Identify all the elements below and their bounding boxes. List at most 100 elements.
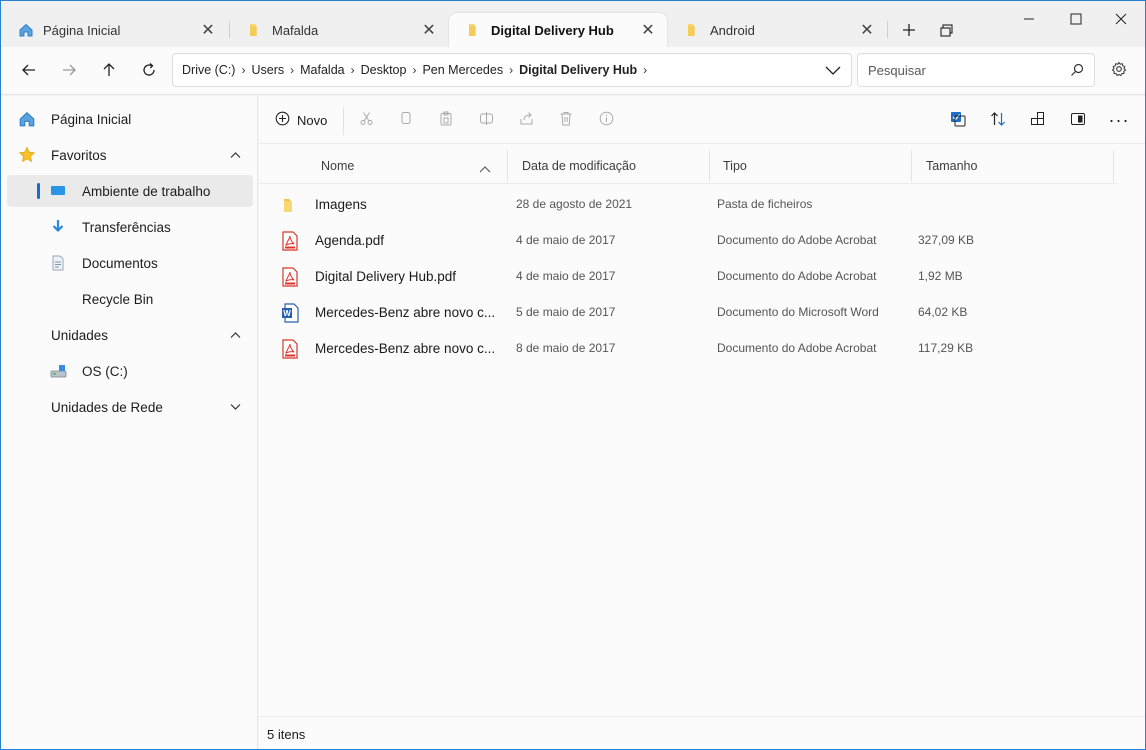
file-name: Mercedes-Benz abre novo c... bbox=[315, 340, 496, 356]
chevron-right-icon[interactable]: › bbox=[351, 63, 355, 77]
drive-icon bbox=[49, 362, 67, 380]
file-type: Documento do Microsoft Word bbox=[717, 305, 879, 319]
column-date[interactable]: Data de modificação bbox=[522, 148, 636, 184]
tab-home[interactable]: Página Inicial ✕ bbox=[1, 13, 227, 47]
new-button-label: Novo bbox=[297, 112, 328, 128]
tab-mafalda[interactable]: Mafalda ✕ bbox=[230, 13, 448, 47]
forward-button[interactable] bbox=[53, 57, 85, 83]
new-tab-button[interactable] bbox=[898, 19, 920, 41]
close-window-button[interactable] bbox=[1109, 7, 1133, 31]
rename-button[interactable] bbox=[476, 108, 496, 132]
new-button[interactable]: Novo bbox=[275, 108, 327, 132]
refresh-button[interactable] bbox=[133, 57, 165, 83]
sidebar-item-documents[interactable]: Documentos bbox=[7, 247, 253, 279]
file-name: Mercedes-Benz abre novo c... bbox=[315, 304, 496, 320]
word-icon: W bbox=[280, 303, 300, 323]
chevron-right-icon[interactable]: › bbox=[412, 63, 416, 77]
sidebar-item-home[interactable]: Página Inicial bbox=[7, 103, 253, 135]
chevron-right-icon[interactable]: › bbox=[643, 63, 647, 77]
cut-button[interactable] bbox=[356, 108, 376, 132]
folder-icon bbox=[466, 22, 482, 38]
back-button[interactable] bbox=[13, 57, 45, 83]
properties-button[interactable] bbox=[596, 108, 616, 132]
sidebar-section-label: Unidades bbox=[51, 327, 109, 343]
close-icon[interactable]: ✕ bbox=[641, 22, 655, 39]
delete-button[interactable] bbox=[556, 108, 576, 132]
sidebar-section-drives[interactable]: Unidades bbox=[7, 319, 253, 351]
rename-icon bbox=[479, 111, 494, 129]
breadcrumb-item[interactable]: Users bbox=[251, 63, 284, 77]
file-date: 8 de maio de 2017 bbox=[516, 341, 616, 355]
share-button[interactable] bbox=[516, 108, 536, 132]
chevron-up-icon[interactable] bbox=[229, 149, 241, 161]
breadcrumb-item[interactable]: Pen Mercedes bbox=[422, 63, 503, 77]
tab-android[interactable]: Android ✕ bbox=[668, 13, 886, 47]
search-icon[interactable] bbox=[1070, 63, 1084, 80]
breadcrumb-item[interactable]: Digital Delivery Hub bbox=[519, 63, 637, 77]
folder-icon bbox=[247, 22, 263, 38]
file-name: Imagens bbox=[315, 196, 367, 212]
sidebar-item-desktop[interactable]: Ambiente de trabalho bbox=[7, 175, 253, 207]
chevron-down-icon[interactable] bbox=[825, 63, 841, 80]
chevron-up-icon[interactable] bbox=[229, 329, 241, 341]
chevron-right-icon[interactable]: › bbox=[241, 63, 245, 77]
info-icon bbox=[599, 111, 614, 129]
search-input[interactable]: Pesquisar bbox=[857, 53, 1095, 87]
close-icon[interactable]: ✕ bbox=[860, 22, 874, 39]
sidebar-item-downloads[interactable]: Transferências bbox=[7, 211, 253, 243]
chevron-down-icon[interactable] bbox=[229, 401, 241, 413]
table-row[interactable]: Imagens 28 de agosto de 2021 Pasta de fi… bbox=[269, 186, 1117, 222]
close-icon[interactable]: ✕ bbox=[422, 22, 436, 39]
paste-button[interactable] bbox=[436, 108, 456, 132]
sidebar-item-os-drive[interactable]: OS (C:) bbox=[7, 355, 253, 387]
tab-digital-delivery-hub[interactable]: Digital Delivery Hub ✕ bbox=[449, 13, 667, 47]
selection-indicator bbox=[37, 183, 40, 199]
share-icon bbox=[519, 111, 534, 129]
settings-button[interactable] bbox=[1103, 57, 1135, 83]
file-size: 64,02 KB bbox=[918, 305, 968, 319]
file-size: 117,29 KB bbox=[918, 341, 974, 355]
sidebar-item-label: Documentos bbox=[82, 255, 158, 271]
sidebar-item-label: Página Inicial bbox=[51, 111, 132, 127]
tab-label: Android bbox=[710, 22, 755, 38]
scissors-icon bbox=[359, 111, 374, 129]
more-icon: ··· bbox=[1108, 109, 1130, 130]
breadcrumb-item[interactable]: Drive (C:) bbox=[182, 63, 235, 77]
file-type: Documento do Adobe Acrobat bbox=[717, 269, 877, 283]
breadcrumb[interactable]: Drive (C:) › Users › Mafalda › Desktop ›… bbox=[172, 53, 852, 87]
selection-mode-button[interactable] bbox=[948, 108, 968, 132]
table-row[interactable]: Agenda.pdf 4 de maio de 2017 Documento d… bbox=[269, 222, 1117, 258]
column-size[interactable]: Tamanho bbox=[926, 148, 977, 184]
column-type[interactable]: Tipo bbox=[723, 148, 747, 184]
star-icon bbox=[18, 146, 36, 164]
up-button[interactable] bbox=[93, 57, 125, 83]
sidebar-section-network[interactable]: Unidades de Rede bbox=[7, 391, 253, 423]
sidebar-item-label: OS (C:) bbox=[82, 363, 128, 379]
chevron-right-icon[interactable]: › bbox=[509, 63, 513, 77]
copy-button[interactable] bbox=[396, 108, 416, 132]
maximize-button[interactable] bbox=[1064, 7, 1088, 31]
sidebar-item-recycle-bin[interactable]: Recycle Bin bbox=[7, 283, 253, 315]
home-icon bbox=[18, 110, 36, 128]
preview-pane-button[interactable] bbox=[1068, 108, 1088, 132]
sort-icon bbox=[990, 111, 1006, 130]
home-icon bbox=[18, 22, 34, 38]
more-options-button[interactable]: ··· bbox=[1108, 108, 1130, 132]
desktop-icon bbox=[49, 182, 67, 200]
close-icon[interactable]: ✕ bbox=[201, 22, 215, 39]
file-name: Digital Delivery Hub.pdf bbox=[315, 268, 457, 284]
column-name[interactable]: Nome bbox=[321, 148, 501, 184]
layout-button[interactable] bbox=[1028, 108, 1048, 132]
breadcrumb-item[interactable]: Desktop bbox=[361, 63, 407, 77]
main-pane: Novo ··· Nome Data de modificação Tipo T… bbox=[259, 96, 1145, 749]
table-row[interactable]: W Mercedes-Benz abre novo c... 5 de maio… bbox=[269, 294, 1117, 330]
sidebar-section-favorites[interactable]: Favoritos bbox=[7, 139, 253, 171]
sidebar-item-label: Recycle Bin bbox=[82, 291, 154, 307]
table-row[interactable]: Mercedes-Benz abre novo c... 8 de maio d… bbox=[269, 330, 1117, 366]
minimize-button[interactable] bbox=[1017, 7, 1041, 31]
tab-actions-icon[interactable] bbox=[935, 19, 957, 41]
table-row[interactable]: Digital Delivery Hub.pdf 4 de maio de 20… bbox=[269, 258, 1117, 294]
breadcrumb-item[interactable]: Mafalda bbox=[300, 63, 344, 77]
chevron-right-icon[interactable]: › bbox=[290, 63, 294, 77]
sort-button[interactable] bbox=[988, 108, 1008, 132]
